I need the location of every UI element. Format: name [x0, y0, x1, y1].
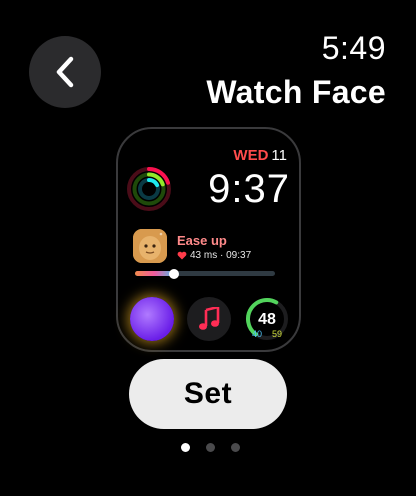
music-note-icon — [199, 307, 220, 330]
chevron-left-icon — [56, 56, 74, 88]
gauge-value: 48 — [258, 311, 276, 328]
mindfulness-progress — [135, 268, 275, 279]
clock-time: 9:37 — [208, 167, 290, 211]
mindfulness-complication: Ease up 43 ms · 09:37 — [133, 229, 293, 289]
page-dot[interactable] — [181, 443, 190, 452]
back-button[interactable] — [29, 36, 101, 108]
gauge-low: 40 — [252, 329, 262, 339]
watch-face-preview[interactable]: WED 11 9:37 Ease up 43 ms · 09:37 48 40 … — [116, 127, 301, 352]
heart-rate-row: 43 ms · 09:37 — [177, 250, 251, 261]
page-dot[interactable] — [231, 443, 240, 452]
memoji-face-icon — [133, 229, 167, 263]
date-day: WED — [233, 147, 269, 164]
date-number: 11 — [271, 147, 287, 164]
gauge-high: 59 — [272, 329, 282, 339]
progress-knob — [169, 268, 180, 279]
page-indicator — [181, 443, 240, 452]
heart-icon — [177, 251, 187, 260]
music-complication — [187, 297, 231, 341]
gauge-complication: 48 40 59 — [245, 297, 289, 341]
status-time: 5:49 — [321, 30, 386, 66]
siri-complication — [130, 297, 174, 341]
page-dot[interactable] — [206, 443, 215, 452]
date-display: WED 11 — [233, 147, 287, 164]
mindfulness-title: Ease up — [177, 233, 227, 248]
mindfulness-avatar — [133, 229, 167, 263]
heart-rate-text: 43 ms · 09:37 — [190, 250, 252, 261]
activity-rings-icon — [127, 167, 171, 211]
page-title: Watch Face — [206, 74, 386, 110]
gauge-ring: 48 40 59 — [246, 298, 288, 340]
set-button[interactable]: Set — [129, 359, 287, 429]
